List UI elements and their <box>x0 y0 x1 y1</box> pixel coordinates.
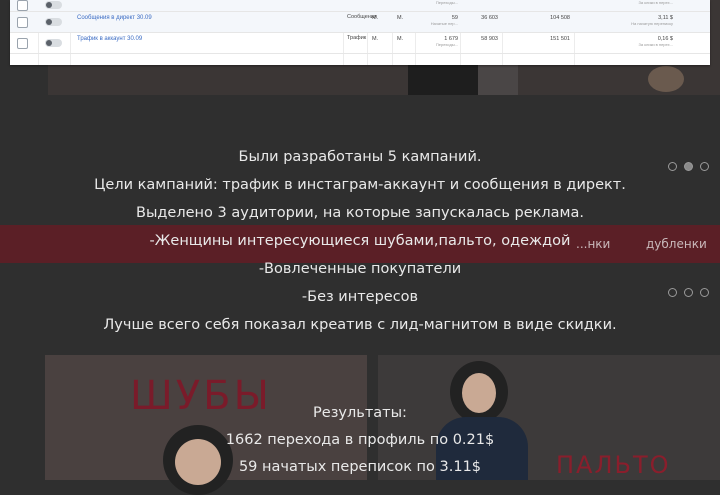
campaign-name-link[interactable]: Сообщения в директ 30.09 <box>77 15 152 21</box>
results-cell: Переходы... <box>435 0 458 5</box>
impressions-cell: 104 508 <box>550 15 570 21</box>
hero-lamp-shape <box>648 66 684 92</box>
results-cell: 1 679 Переходы... <box>435 36 458 47</box>
results-cell: 59 Начатые пер... <box>430 15 458 26</box>
budget-cell: М. <box>372 15 379 21</box>
row-checkbox[interactable] <box>17 0 28 11</box>
objective-cell: Трафик <box>347 35 367 41</box>
description-line: Лучше всего себя показал креатив с лид-м… <box>103 317 617 333</box>
bid-cell: М. <box>397 15 404 21</box>
row-checkbox[interactable] <box>17 38 28 49</box>
results-summary: Результаты: 1662 перехода в профиль по 0… <box>0 400 720 481</box>
results-heading: Результаты: <box>313 405 407 421</box>
description-line: -Женщины интересующиеся шубами,пальто, о… <box>149 233 571 249</box>
results-line: 1662 перехода в профиль по 0.21$ <box>225 432 495 448</box>
description-line: -Вовлеченные покупатели <box>258 261 462 277</box>
cost-cell: За клики в перех... <box>638 0 673 5</box>
results-line: 59 начатых переписок по 3.11$ <box>238 459 482 475</box>
campaign-toggle[interactable] <box>45 18 62 26</box>
hero-dark-shape <box>408 60 478 95</box>
description-line: Выделено 3 аудитории, на которые запуска… <box>136 205 584 221</box>
table-row[interactable]: Сообщения в директ 30.09 Сообщения М. М.… <box>10 12 710 33</box>
bid-cell: М. <box>397 36 404 42</box>
reach-cell: 58 903 <box>481 36 498 42</box>
campaign-toggle[interactable] <box>45 1 62 9</box>
campaign-toggle[interactable] <box>45 39 62 47</box>
reach-cell: 36 603 <box>481 15 498 21</box>
impressions-cell: 151 501 <box>550 36 570 42</box>
row-checkbox[interactable] <box>17 17 28 28</box>
table-row[interactable]: Переходы... За клики в перех... <box>10 0 710 12</box>
description-line: -Без интересов <box>301 289 419 305</box>
budget-cell: М. <box>372 36 379 42</box>
description-line: Были разработаны 5 кампаний. <box>238 149 482 165</box>
campaign-name-link[interactable]: Трафик в аккаунт 30.09 <box>77 36 142 42</box>
case-description: Были разработаны 5 кампаний. Цели кампан… <box>0 143 720 339</box>
description-line: Цели кампаний: трафик в инстаграм-аккаун… <box>94 177 626 193</box>
ads-manager-table: Переходы... За клики в перех... Сообщени… <box>10 0 710 65</box>
cost-cell: 3,11 $ На начатую переписку <box>631 15 673 26</box>
cost-cell: 0,16 $ За клики в перех... <box>638 36 673 47</box>
table-row[interactable]: Трафик в аккаунт 30.09 Трафик М. М. 1 67… <box>10 33 710 54</box>
